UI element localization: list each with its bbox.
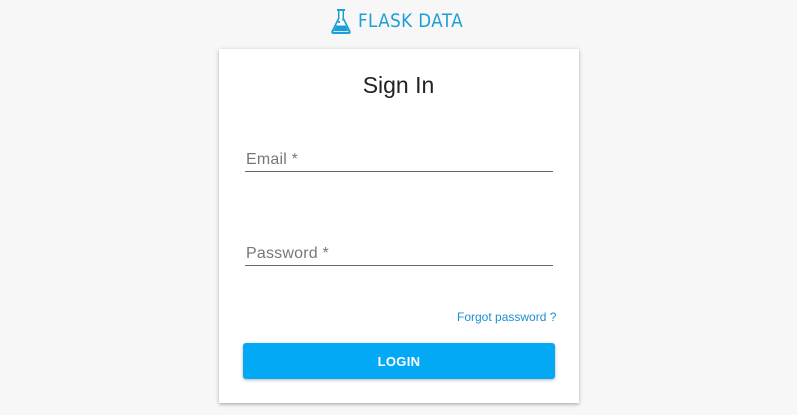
email-field[interactable]: Email * bbox=[245, 151, 553, 172]
login-button[interactable]: LOGIN bbox=[243, 343, 555, 379]
password-field[interactable]: Password * bbox=[245, 245, 553, 266]
password-underline bbox=[245, 265, 553, 266]
flask-icon bbox=[331, 9, 351, 34]
brand-header: FLASK DATA bbox=[0, 7, 797, 35]
page-title: Sign In bbox=[362, 72, 435, 98]
forgot-password-link[interactable]: Forgot password ? bbox=[457, 310, 556, 324]
brand-name: FLASK DATA bbox=[357, 10, 463, 32]
password-label: Password * bbox=[246, 245, 329, 262]
email-label: Email * bbox=[246, 151, 299, 168]
email-underline bbox=[245, 171, 553, 172]
